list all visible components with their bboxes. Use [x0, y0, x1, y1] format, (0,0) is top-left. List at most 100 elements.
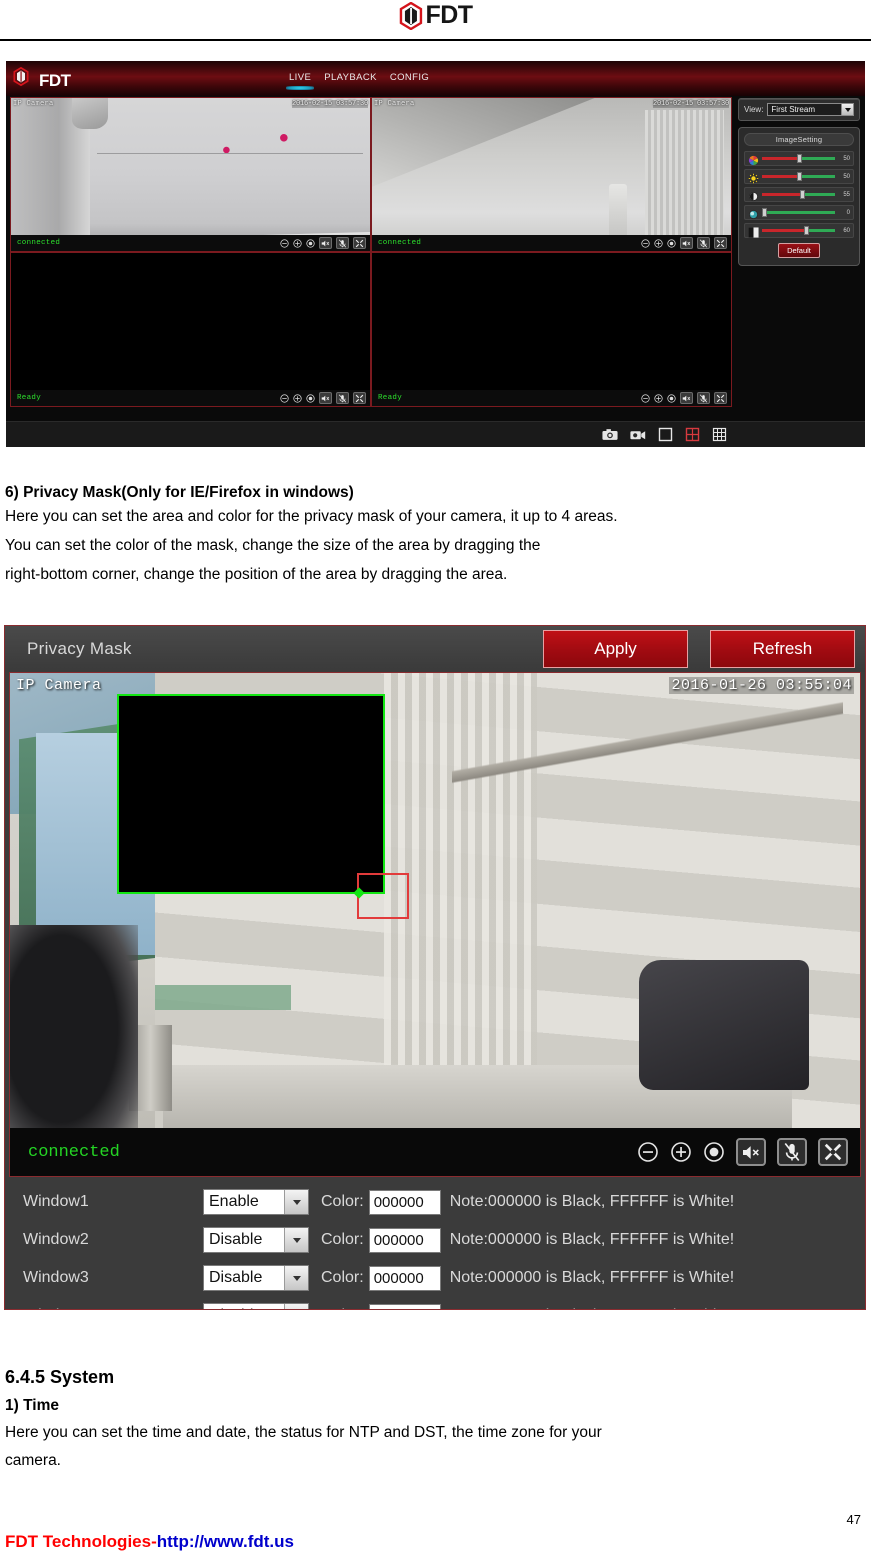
slider-row-saturation[interactable]: 50 — [744, 151, 854, 166]
speaker-mute-icon[interactable] — [680, 392, 693, 404]
nav-tab-live[interactable]: LIVE — [285, 72, 315, 90]
tools-icon[interactable] — [714, 392, 727, 404]
window2-enable-value: Disable — [209, 1231, 263, 1248]
privacy-mask-video[interactable]: IP Camera 2016-01-26 03:55:04 connected — [9, 672, 861, 1177]
window3-enable-select[interactable]: Disable — [203, 1265, 309, 1291]
privacy-mask-area-window1[interactable] — [117, 694, 385, 894]
window3-label: Window3 — [23, 1269, 89, 1286]
layout-2x2-icon[interactable] — [685, 427, 700, 442]
focus-icon[interactable] — [306, 238, 315, 248]
video-cell-4[interactable]: Ready — [371, 252, 732, 407]
image-setting-panel: ImageSetting 50 50 55 0 60 Default — [738, 127, 860, 266]
microphone-mute-icon[interactable] — [697, 392, 710, 404]
layout-3x3-icon[interactable] — [712, 427, 727, 442]
zoom-in-icon[interactable] — [654, 238, 663, 248]
privacy-mask-screenshot: Privacy Mask Apply Refresh IP Camera 201… — [4, 625, 866, 1310]
microphone-mute-icon[interactable] — [336, 392, 349, 404]
window1-color-input[interactable]: 000000 — [368, 1189, 441, 1215]
privacy-mask-header: Privacy Mask Apply Refresh — [5, 626, 865, 672]
slider-knob[interactable] — [803, 226, 809, 235]
sharpness-slider[interactable] — [762, 226, 835, 235]
zoom-out-icon[interactable] — [641, 393, 650, 403]
window-row-3: Window3 Disable Color: 000000 Note:00000… — [5, 1259, 865, 1297]
video-icon-group-1 — [280, 237, 366, 249]
slider-row-contrast[interactable]: 55 — [744, 187, 854, 202]
microphone-mute-icon[interactable] — [336, 237, 349, 249]
window2-color-input[interactable]: 000000 — [368, 1227, 441, 1253]
view-stream-select[interactable]: First Stream — [767, 103, 854, 116]
snapshot-icon[interactable] — [602, 428, 618, 441]
window2-note: Note:000000 is Black, FFFFFF is White! — [449, 1231, 735, 1248]
zoom-out-icon[interactable] — [280, 238, 289, 248]
brightness-slider[interactable] — [762, 172, 835, 181]
tools-icon[interactable] — [353, 237, 366, 249]
window4-enable-select[interactable]: Disable — [203, 1303, 309, 1309]
window4-color-input[interactable]: 000000 — [368, 1303, 441, 1309]
speaker-mute-icon[interactable] — [319, 237, 332, 249]
speaker-mute-icon[interactable] — [680, 237, 693, 249]
privacy-mask-connection-status: connected — [28, 1142, 120, 1162]
chevron-down-icon[interactable] — [284, 1266, 308, 1290]
microphone-mute-icon[interactable] — [697, 237, 710, 249]
nav-tab-playback[interactable]: PLAYBACK — [324, 72, 377, 85]
video-statusbar-1: connected — [11, 235, 370, 251]
layout-1x1-icon[interactable] — [658, 427, 673, 442]
app-bottom-toolbar — [6, 421, 865, 447]
record-video-icon[interactable] — [630, 428, 646, 441]
footer-url[interactable]: http://www.fdt.us — [157, 1532, 294, 1551]
focus-icon[interactable] — [306, 393, 315, 403]
chevron-down-icon[interactable] — [841, 104, 853, 115]
tools-icon[interactable] — [818, 1138, 848, 1166]
privacy-mask-panel-title: Privacy Mask — [27, 639, 132, 658]
refresh-button[interactable]: Refresh — [710, 630, 855, 668]
tools-icon[interactable] — [714, 237, 727, 249]
system-paragraph-line-2: camera. — [5, 1452, 61, 1469]
speaker-mute-icon[interactable] — [736, 1138, 766, 1166]
slider-knob[interactable] — [762, 208, 767, 217]
window3-note: Note:000000 is Black, FFFFFF is White! — [449, 1269, 735, 1286]
zoom-in-icon[interactable] — [293, 238, 302, 248]
view-selector-box: View: First Stream — [738, 98, 860, 121]
saturation-slider[interactable] — [762, 154, 835, 163]
slider-knob[interactable] — [800, 190, 806, 199]
window1-enable-select[interactable]: Enable — [203, 1189, 309, 1215]
chevron-down-icon[interactable] — [284, 1304, 308, 1309]
hue-slider[interactable] — [762, 208, 835, 217]
speaker-mute-icon[interactable] — [319, 392, 332, 404]
video-cell-2[interactable]: IP Camera 2016-02-15 03:57:30 connected — [371, 97, 732, 252]
apply-button[interactable]: Apply — [543, 630, 688, 668]
header-divider — [0, 39, 871, 41]
saturation-icon — [748, 153, 759, 166]
camera-status-3: Ready — [17, 394, 42, 402]
window2-enable-select[interactable]: Disable — [203, 1227, 309, 1253]
zoom-in-icon[interactable] — [670, 1141, 692, 1163]
chevron-down-icon[interactable] — [284, 1190, 308, 1214]
contrast-value: 55 — [843, 191, 850, 198]
contrast-slider[interactable] — [762, 190, 835, 199]
privacy-mask-resize-handle[interactable] — [353, 873, 409, 919]
zoom-out-icon[interactable] — [641, 238, 650, 248]
slider-row-sharpness[interactable]: 60 — [744, 223, 854, 238]
privacy-mask-paragraph-line-1: Here you can set the area and color for … — [5, 508, 618, 525]
tools-icon[interactable] — [353, 392, 366, 404]
focus-icon[interactable] — [703, 1141, 725, 1163]
zoom-out-icon[interactable] — [637, 1141, 659, 1163]
video-cell-3[interactable]: Ready — [10, 252, 371, 407]
slider-row-brightness[interactable]: 50 — [744, 169, 854, 184]
slider-row-hue[interactable]: 0 — [744, 205, 854, 220]
focus-icon[interactable] — [667, 238, 676, 248]
app-body: IP Camera 2016-02-15 03:57:30 connected — [6, 96, 865, 447]
focus-icon[interactable] — [667, 393, 676, 403]
nav-tab-config[interactable]: CONFIG — [390, 72, 429, 85]
window-row-4: Window4 Disable Color: 000000 Note:00000… — [5, 1297, 865, 1309]
window3-color-input[interactable]: 000000 — [368, 1265, 441, 1291]
zoom-out-icon[interactable] — [280, 393, 289, 403]
video-cell-1[interactable]: IP Camera 2016-02-15 03:57:30 connected — [10, 97, 371, 252]
zoom-in-icon[interactable] — [293, 393, 302, 403]
zoom-in-icon[interactable] — [654, 393, 663, 403]
default-button[interactable]: Default — [778, 243, 820, 258]
slider-knob[interactable] — [796, 154, 802, 163]
chevron-down-icon[interactable] — [284, 1228, 308, 1252]
slider-knob[interactable] — [796, 172, 802, 181]
microphone-mute-icon[interactable] — [777, 1138, 807, 1166]
